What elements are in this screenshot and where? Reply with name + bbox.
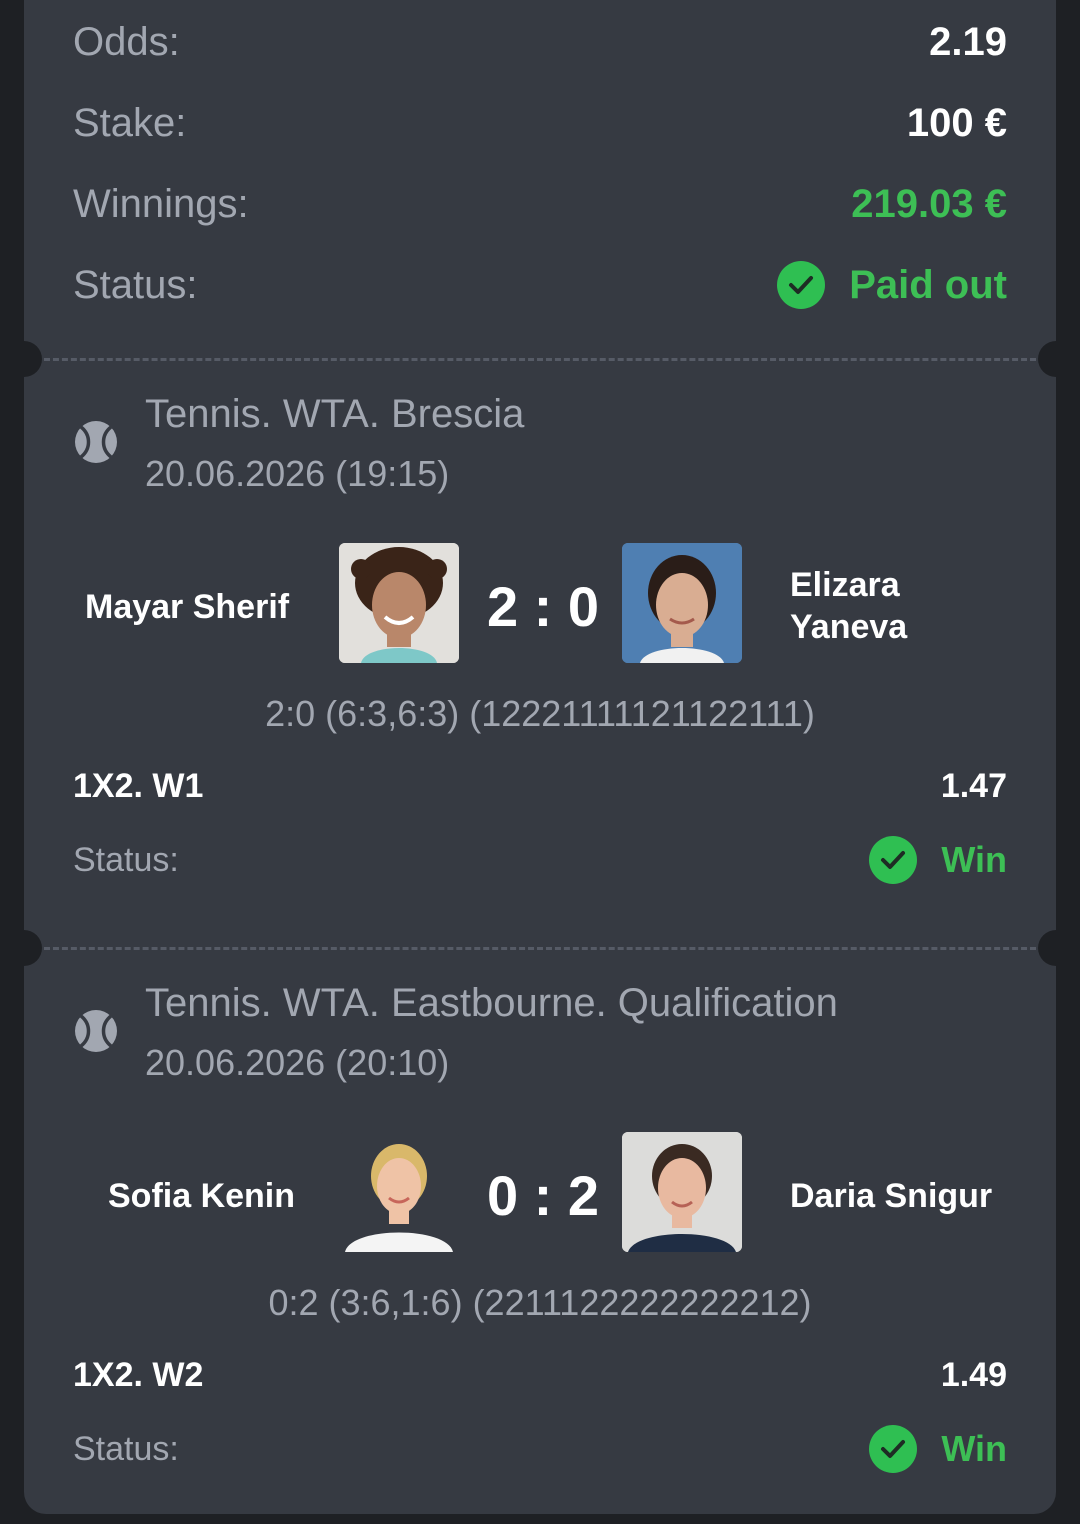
check-circle-icon	[777, 261, 826, 309]
market-row: 1X2. W2 1.49	[73, 1345, 1007, 1405]
match-detail: 0:2 (3:6,1:6) (2211122222222212)	[268, 1282, 812, 1323]
winnings-label: Winnings:	[73, 181, 249, 226]
match-detail: 2:0 (6:3,6:3) (12221111121122111)	[265, 693, 815, 734]
player-home-name: Sofia Kenin	[108, 1177, 296, 1215]
player-home-name: Mayar Sherif	[85, 588, 290, 626]
event-status-indicator: Win	[869, 1425, 1007, 1473]
event-status-row: Status: Win	[73, 1419, 1007, 1479]
player-away-name-line1: Elizara	[790, 566, 900, 604]
event-date: 20.06.2026 (19:15)	[145, 453, 450, 494]
market-odds: 1.47	[940, 766, 1007, 805]
odds-row: Odds: 2.19	[73, 12, 1007, 72]
odds-label: Odds:	[73, 19, 180, 64]
tennis-ball-icon	[75, 1010, 117, 1052]
event-status-value: Win	[941, 1428, 1007, 1469]
event-date: 20.06.2026 (20:10)	[145, 1042, 450, 1083]
event-status-row: Status: Win	[73, 830, 1007, 890]
ticket-divider	[44, 358, 1036, 361]
stake-value: 100 €	[906, 100, 1007, 145]
ticket-notch	[1038, 930, 1074, 966]
player-away-photo	[622, 1132, 742, 1252]
ticket-divider	[44, 947, 1036, 950]
ticket-notch	[6, 341, 42, 377]
match-score: 0 : 2	[486, 1164, 600, 1227]
market-odds: 1.49	[940, 1355, 1007, 1394]
match-score: 2 : 0	[486, 575, 600, 638]
winnings-row: Winnings: 219.03 €	[73, 174, 1007, 234]
ticket-notch	[1038, 341, 1074, 377]
event-status-value: Win	[941, 839, 1007, 880]
player-home-photo	[339, 1132, 459, 1252]
market-label: 1X2. W2	[73, 1355, 204, 1394]
player-home-photo	[339, 543, 459, 663]
player-away-name: Elizara Yaneva	[790, 564, 907, 648]
tennis-ball-icon	[75, 421, 117, 463]
status-label: Status:	[73, 262, 198, 307]
stake-row: Stake: 100 €	[73, 93, 1007, 153]
market-label: 1X2. W1	[73, 766, 204, 805]
event-status-label: Status:	[73, 840, 179, 879]
bet-card: Odds: 2.19 Stake: 100 € Winnings: 219.03…	[6, 0, 1074, 1514]
ticket-notch	[6, 930, 42, 966]
status-indicator: Paid out	[777, 261, 1007, 309]
event-title: Tennis. WTA. Eastbourne. Qualification	[145, 981, 838, 1025]
player-away-name-line2: Yaneva	[790, 608, 908, 646]
status-value: Paid out	[849, 262, 1007, 307]
event-status-label: Status:	[73, 1429, 179, 1468]
check-circle-icon	[869, 836, 918, 884]
player-away-photo	[622, 543, 742, 663]
event-title: Tennis. WTA. Brescia	[145, 392, 525, 436]
winnings-value: 219.03 €	[851, 181, 1007, 226]
odds-value: 2.19	[929, 19, 1007, 64]
check-circle-icon	[869, 1425, 918, 1473]
player-away-name: Daria Snigur	[790, 1177, 993, 1215]
status-row: Status: Paid out	[73, 255, 1007, 315]
stake-label: Stake:	[73, 100, 187, 145]
event-status-indicator: Win	[869, 836, 1007, 884]
market-row: 1X2. W1 1.47	[73, 756, 1007, 816]
